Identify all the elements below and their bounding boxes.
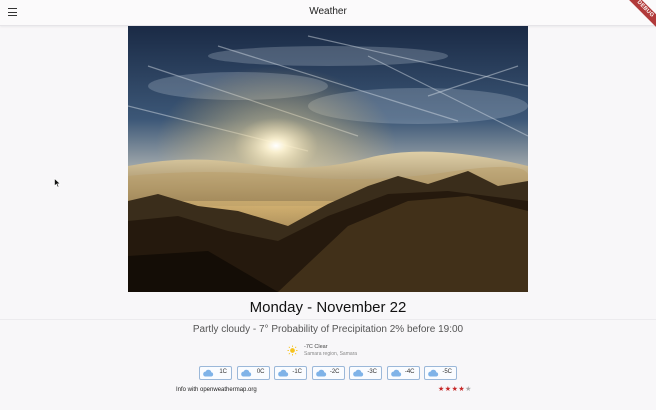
sun-icon xyxy=(287,345,298,356)
forecast-temp: -1C xyxy=(292,369,302,375)
info-source: Info with openweathermap.org xyxy=(176,387,257,393)
forecast-temp: -3C xyxy=(367,369,377,375)
mouse-cursor xyxy=(54,178,61,188)
divider xyxy=(0,319,656,320)
star-icon[interactable]: ★ xyxy=(445,386,452,393)
app-title: Weather xyxy=(309,6,347,17)
weather-description: Partly cloudy - 7° Probability of Precip… xyxy=(192,324,464,335)
cloud-icon xyxy=(315,369,326,377)
cloud-icon xyxy=(240,369,251,377)
star-icon[interactable]: ★ xyxy=(465,386,472,393)
date-heading: Monday - November 22 xyxy=(249,299,407,316)
forecast-temp: 1C xyxy=(219,369,227,375)
forecast-chip[interactable]: 0C xyxy=(236,366,270,380)
rating-stars[interactable]: ★★★★★ xyxy=(438,385,472,393)
forecast-temp: -5C xyxy=(442,369,452,375)
cloud-icon xyxy=(428,369,439,377)
forecast-temp: 0C xyxy=(256,369,265,375)
star-icon[interactable]: ★ xyxy=(438,386,445,393)
forecast-chip[interactable]: -5C xyxy=(424,366,457,380)
current-location: Samara region, Samara xyxy=(304,351,358,357)
app-bar: Weather xyxy=(0,0,656,26)
forecast-chip[interactable]: -4C xyxy=(386,366,420,380)
forecast-chip[interactable]: -2C xyxy=(311,366,345,380)
cloud-icon xyxy=(203,369,214,377)
current-weather: -7C Clear Samara region, Samara xyxy=(287,343,407,363)
cloud-icon xyxy=(353,369,364,377)
forecast-chip[interactable]: -3C xyxy=(349,366,382,380)
cloud-icon xyxy=(390,369,401,377)
landscape-photo xyxy=(128,26,528,292)
cloud-icon xyxy=(278,369,289,377)
forecast-chip[interactable]: 1C xyxy=(199,366,232,380)
forecast-temp: -4C xyxy=(404,369,415,375)
forecast-temp: -2C xyxy=(329,369,340,375)
current-temp-condition: -7C Clear xyxy=(304,344,328,350)
forecast-chip[interactable]: -1C xyxy=(274,366,307,380)
